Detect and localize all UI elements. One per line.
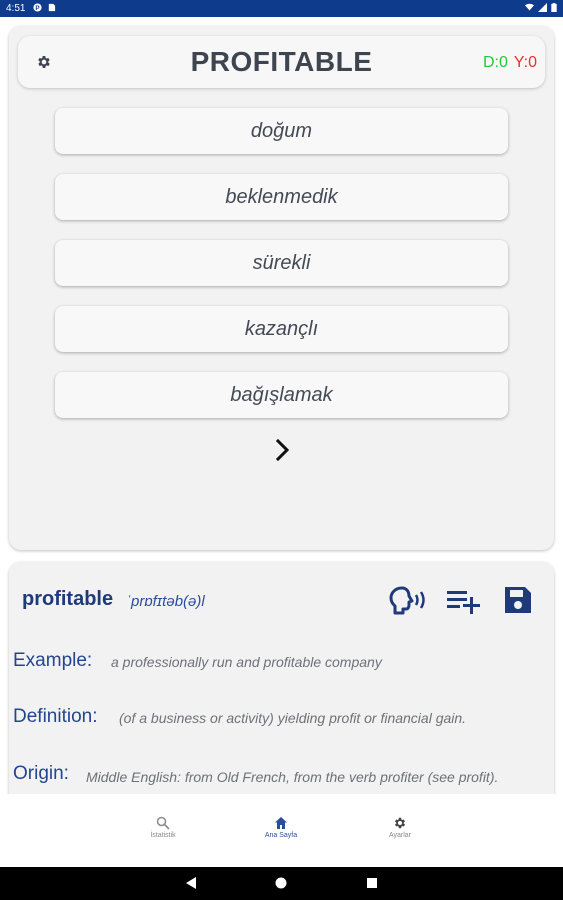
nav-statistics[interactable]: İstatistik — [133, 816, 193, 839]
answer-option[interactable]: sürekli — [55, 240, 508, 286]
battery-icon — [551, 3, 557, 12]
system-navigation-bar — [0, 867, 563, 900]
answer-option[interactable]: doğum — [55, 108, 508, 154]
quiz-card — [9, 26, 554, 550]
correct-count: D:0 — [482, 54, 508, 71]
wifi-icon — [525, 3, 534, 11]
nav-statistics-label: İstatistik — [150, 832, 176, 839]
save-icon[interactable] — [503, 585, 533, 615]
add-to-list-icon[interactable] — [446, 585, 480, 617]
origin-label: Origin: — [13, 763, 69, 784]
pronounce-speaker-icon[interactable] — [388, 585, 428, 617]
status-bar: 4:51 P — [0, 0, 563, 17]
answer-option[interactable]: bağışlamak — [55, 372, 508, 418]
status-time: 4:51 — [6, 3, 26, 14]
example-label: Example: — [13, 650, 93, 671]
signal-icon — [538, 3, 547, 12]
back-icon[interactable] — [185, 877, 197, 889]
wrong-count: Y:0 — [513, 54, 537, 71]
definition-label: Definition: — [13, 706, 98, 727]
search-icon — [156, 816, 170, 830]
example-text: a professionally run and profitable comp… — [111, 654, 382, 670]
quiz-word: PROFITABLE — [190, 46, 373, 77]
next-arrow-icon[interactable] — [270, 438, 294, 462]
origin-text: Middle English: from Old French, from th… — [86, 769, 499, 785]
recents-icon[interactable] — [366, 877, 378, 889]
english-word: profitable — [22, 588, 114, 610]
nav-home[interactable]: Ana Sayfa — [251, 816, 311, 839]
app-notification-icon: P — [33, 3, 42, 12]
nav-settings[interactable]: Ayarlar — [370, 816, 430, 839]
gear-icon — [394, 817, 406, 829]
score-display: D:0 Y:0 — [483, 54, 537, 72]
home-button-icon[interactable] — [275, 877, 287, 889]
svg-text:P: P — [35, 5, 39, 12]
phonetic-text: ˈprɒfɪtəb(ə)l — [126, 593, 205, 610]
sim-card-icon — [48, 3, 56, 12]
definition-text: (of a business or activity) yielding pro… — [119, 710, 467, 726]
nav-home-label: Ana Sayfa — [264, 832, 298, 839]
answer-option[interactable]: beklenmedik — [55, 174, 508, 220]
nav-settings-label: Ayarlar — [388, 832, 412, 839]
answer-option[interactable]: kazançlı — [55, 306, 508, 352]
home-icon — [275, 817, 287, 829]
